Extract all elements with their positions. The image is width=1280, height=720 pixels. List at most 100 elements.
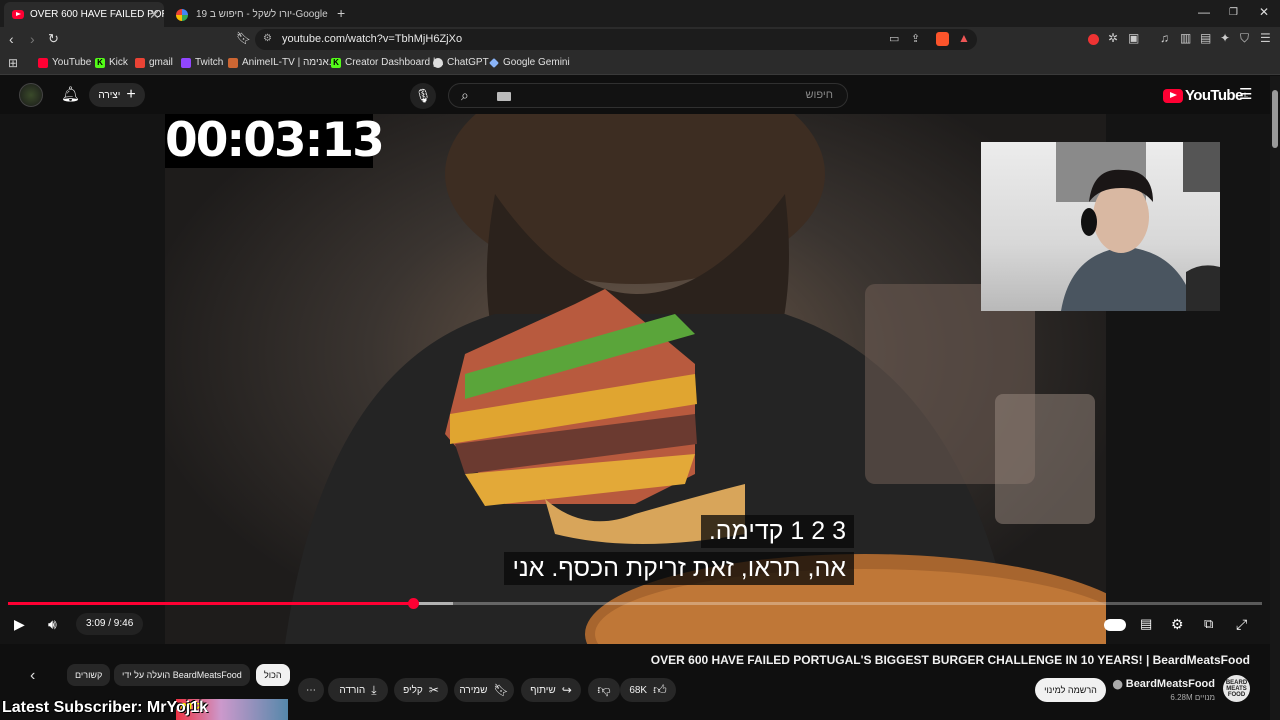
browser-tab-strip: OVER 600 HAVE FAILED PORTUG ✕ 19 יורו לש… — [0, 0, 1280, 27]
menu-icon[interactable]: ☰ — [1260, 31, 1271, 45]
close-tab-icon[interactable]: ✕ — [149, 7, 160, 23]
leo-ai-icon[interactable]: ✦ — [1220, 31, 1230, 45]
bookmark-creator-dashboard[interactable]: K Creator Dashboard |... — [331, 57, 444, 68]
gmail-icon — [135, 57, 145, 68]
chip-all[interactable]: הכול — [256, 664, 290, 686]
bookmarks-bar: ⊞ YouTube K Kick gmail Twitch AnimeIL-TV … — [0, 53, 1280, 75]
subtitles-icon[interactable]: ▤ — [1140, 616, 1152, 632]
youtube-icon — [38, 57, 48, 68]
forward-icon[interactable]: › — [30, 31, 35, 47]
back-icon[interactable]: ‹ — [9, 31, 14, 47]
thumbs-down-icon: 👎︎ — [597, 682, 611, 697]
youtube-logo[interactable]: YouTube IL — [1163, 87, 1248, 104]
site-info-icon[interactable]: ⚙ — [263, 33, 272, 44]
time-readout: 3:09 / 9:46 — [76, 613, 144, 635]
play-icon[interactable]: ▶ — [14, 616, 25, 633]
plus-icon: + — [126, 86, 136, 103]
progress-scrubber-handle[interactable] — [408, 598, 420, 609]
extension-record-icon[interactable] — [1088, 34, 1099, 45]
download-button[interactable]: הורדה ⤓ — [328, 678, 388, 702]
progress-played — [8, 602, 414, 605]
chatgpt-icon — [433, 57, 443, 68]
bookmark-animeil[interactable]: AnimeIL-TV | אנימה... — [228, 57, 337, 68]
more-actions-button[interactable]: ⋯ — [298, 678, 324, 702]
chip-uploaded-by[interactable]: הועלה על ידי BeardMeatsFood — [114, 664, 250, 686]
search-icon[interactable]: ⌕ — [461, 87, 469, 104]
browser-toolbar: ‹ › ↻ 🔖︎ ⚙ youtube.com/watch?v=TbhMjH6Zj… — [0, 27, 1280, 53]
thumbs-up-icon: 👍︎ — [653, 682, 667, 697]
video-title: OVER 600 HAVE FAILED PORTUGAL'S BIGGEST … — [650, 653, 1250, 667]
create-button[interactable]: יצירה + — [89, 83, 145, 107]
media-controls-icon[interactable]: ♫ — [1160, 31, 1169, 45]
subscriber-count: 6.28M מנויים — [1170, 693, 1215, 702]
share-page-icon[interactable]: ⇪ — [911, 32, 920, 45]
account-avatar[interactable] — [19, 83, 43, 107]
bookmark-icon[interactable]: 🔖︎ — [236, 31, 251, 45]
page-scrollbar[interactable] — [1270, 76, 1280, 720]
dislike-button[interactable]: 👎︎ — [588, 678, 620, 702]
voice-search-icon[interactable]: 🎙︎ — [410, 83, 436, 109]
subscribe-button[interactable]: הרשמה למינוי — [1035, 678, 1106, 702]
search-input[interactable]: ⌕ חיפוש — [448, 83, 848, 108]
subtitle-line-1: 3 2 1 קדימה. — [700, 515, 854, 548]
settings-gear-icon[interactable]: ⚙ — [1171, 616, 1184, 633]
fullscreen-icon[interactable]: ⤢ — [1236, 616, 1247, 633]
brave-shield-icon[interactable] — [936, 32, 949, 46]
more-dots-icon: ⋯ — [306, 684, 316, 696]
twitch-icon — [181, 57, 191, 68]
streamer-webcam-overlay — [981, 142, 1220, 311]
verified-icon: ⬤ — [1112, 679, 1123, 689]
cast-icon[interactable]: ▭ — [889, 32, 899, 45]
youtube-favicon-icon — [12, 10, 24, 19]
save-bookmark-icon: 🔖︎ — [493, 683, 509, 697]
screenshot-icon[interactable]: ▣ — [1128, 31, 1139, 45]
tab-title: OVER 600 HAVE FAILED PORTUG — [30, 9, 164, 20]
brave-rewards-icon[interactable]: ▲ — [958, 31, 970, 45]
scrollbar-thumb[interactable] — [1272, 90, 1278, 148]
address-bar[interactable]: ⚙ youtube.com/watch?v=TbhMjH6ZjXo ▭ ⇪ ▲ — [255, 29, 977, 50]
share-icon: ↪ — [561, 683, 572, 697]
channel-avatar[interactable]: BEARD MEATS FOOD — [1223, 675, 1250, 702]
notifications-bell-icon[interactable]: 🔔︎ — [61, 85, 80, 103]
apps-grid-icon[interactable]: ⊞ — [8, 56, 18, 70]
bookmark-youtube[interactable]: YouTube — [38, 57, 91, 68]
google-favicon-icon — [176, 8, 188, 21]
gemini-icon — [489, 57, 499, 68]
channel-name[interactable]: ⬤ BeardMeatsFood — [1113, 678, 1215, 690]
save-button[interactable]: שמירה 🔖︎ — [454, 678, 514, 702]
youtube-logo-icon — [1163, 88, 1183, 103]
clip-button[interactable]: קליפ ✂ — [394, 678, 448, 702]
minimize-icon[interactable]: — — [1198, 5, 1210, 19]
wallet-icon[interactable]: ▤ — [1200, 31, 1211, 45]
bookmark-chatgpt[interactable]: ChatGPT — [433, 57, 489, 68]
new-tab-button[interactable]: + — [337, 5, 345, 21]
sidebar-icon[interactable]: ▥ — [1180, 31, 1191, 45]
keyboard-icon[interactable] — [497, 92, 511, 101]
chevron-left-icon[interactable]: ‹ — [30, 667, 35, 685]
guide-menu-icon[interactable]: ☰ — [1239, 85, 1252, 103]
browser-tab-youtube[interactable]: OVER 600 HAVE FAILED PORTUG ✕ — [4, 2, 164, 27]
search-placeholder: חיפוש — [805, 89, 833, 101]
miniplayer-icon[interactable]: ⧉ — [1204, 616, 1213, 632]
bookmark-gemini[interactable]: Google Gemini — [489, 57, 570, 68]
vpn-icon[interactable]: ⛉ — [1240, 31, 1249, 46]
chip-related[interactable]: קשורים — [67, 664, 111, 686]
video-player[interactable]: 00:03:13 3 2 1 קדימה. אה, תראו, זאת זריק… — [0, 114, 1270, 644]
browser-tab-google[interactable]: 19 יורו לשקל - חיפוש ב-Google — [168, 2, 333, 27]
stream-timer-overlay: 00:03:13 — [165, 114, 385, 168]
subtitle-line-2: אה, תראו, זאת זריקת הכסף. אני — [504, 552, 854, 585]
autoplay-toggle[interactable] — [1104, 619, 1126, 631]
share-button[interactable]: שיתוף ↪ — [521, 678, 581, 702]
bookmark-kick[interactable]: K Kick — [95, 57, 128, 68]
like-button[interactable]: 68K 👍︎ — [620, 678, 676, 702]
reload-icon[interactable]: ↻ — [48, 31, 59, 47]
volume-icon[interactable]: 🔊︎ — [48, 616, 57, 633]
progress-bar[interactable] — [8, 598, 1262, 609]
scissors-icon: ✂ — [428, 683, 439, 697]
bookmark-twitch[interactable]: Twitch — [181, 57, 223, 68]
kick-icon: K — [331, 57, 341, 68]
bookmark-gmail[interactable]: gmail — [135, 57, 173, 68]
extensions-icon[interactable]: ✲ — [1108, 31, 1118, 45]
close-window-icon[interactable]: ✕ — [1259, 5, 1269, 19]
maximize-icon[interactable]: ❐ — [1229, 7, 1238, 18]
